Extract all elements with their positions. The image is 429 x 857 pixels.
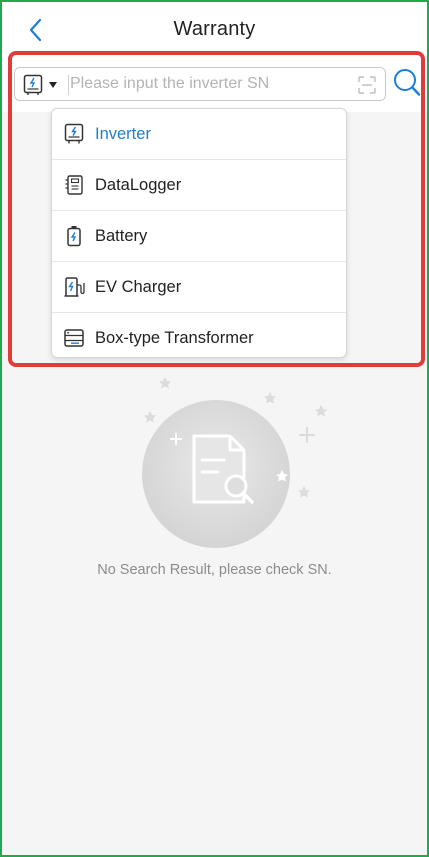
dropdown-item-label: Inverter [95, 125, 151, 143]
dropdown-item-label: DataLogger [95, 176, 182, 194]
scan-button[interactable] [356, 74, 378, 96]
dropdown-item-label: EV Charger [95, 278, 182, 296]
dropdown-item-inverter[interactable]: Inverter [52, 109, 346, 160]
search-button[interactable] [392, 67, 422, 99]
search-bar-area [2, 58, 427, 112]
dropdown-triangle-icon [49, 82, 57, 88]
page-title: Warranty [173, 18, 256, 40]
dropdown-item-label: Battery [95, 227, 148, 245]
ev-charger-icon [64, 277, 85, 297]
empty-state-message: No Search Result, please check SN. [97, 562, 332, 578]
dropdown-item-battery[interactable]: Battery [52, 211, 346, 262]
no-result-document-icon [142, 377, 327, 548]
device-type-selector[interactable] [23, 72, 71, 98]
datalogger-icon [65, 175, 83, 195]
search-box [14, 67, 386, 101]
empty-state-illustration [132, 374, 342, 574]
battery-icon [67, 226, 81, 247]
sn-search-input[interactable] [69, 70, 351, 98]
top-bar: Warranty [2, 2, 427, 58]
dropdown-item-label: Box-type Transformer [95, 329, 254, 347]
dropdown-item-ev-charger[interactable]: EV Charger [52, 262, 346, 313]
inverter-icon [23, 74, 43, 95]
app-frame: Warranty Please input the inverter SN No… [0, 0, 429, 857]
scan-icon [358, 76, 376, 94]
inverter-icon [64, 123, 84, 144]
dropdown-item-box-type-transformer[interactable]: Box-type Transformer [52, 313, 346, 357]
dropdown-item-datalogger[interactable]: DataLogger [52, 160, 346, 211]
transformer-icon [64, 329, 84, 347]
device-type-dropdown: Inverter DataLogger Battery EV Charger B… [51, 108, 347, 358]
search-icon [394, 69, 421, 96]
